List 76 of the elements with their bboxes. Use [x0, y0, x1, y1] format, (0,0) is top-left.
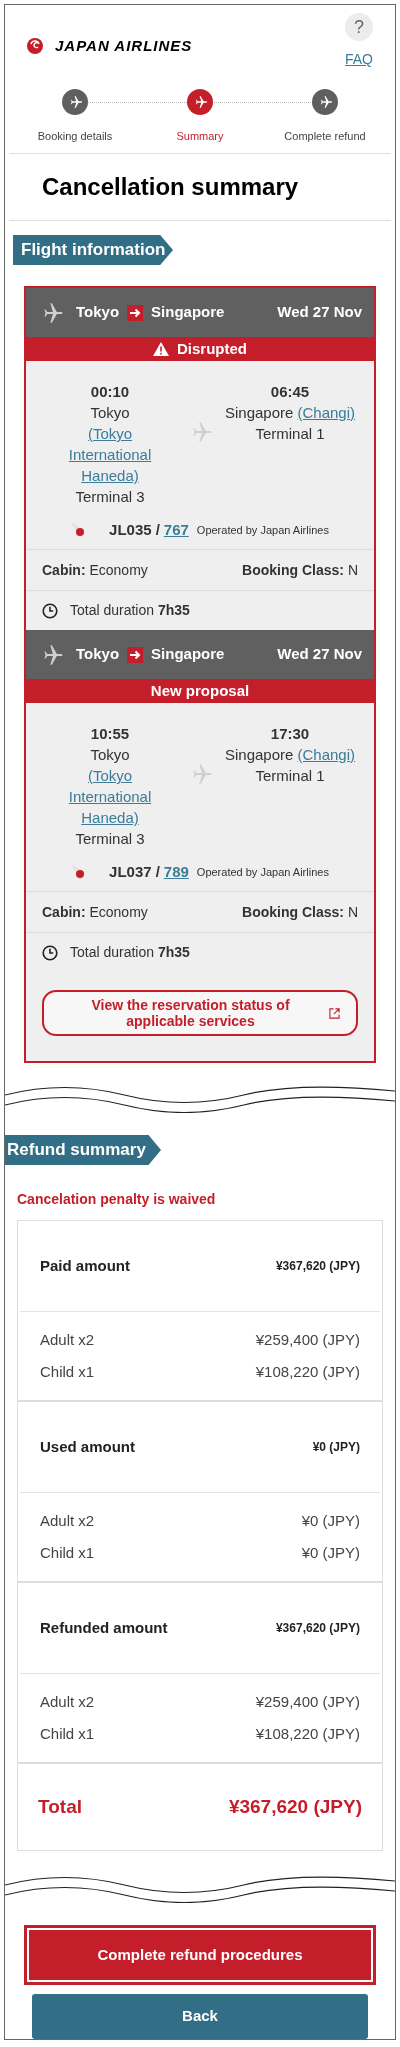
passenger-amount: ¥108,220 (JPY) — [255, 1724, 360, 1744]
total-amount: ¥367,620 (JPY) — [228, 1794, 362, 1819]
terminal-label: Terminal 1 — [255, 766, 325, 786]
terminal-label: Terminal 1 — [255, 424, 325, 444]
section-banner: Flight information — [13, 235, 173, 265]
amount-title: Paid amount — [40, 1255, 130, 1276]
warning-icon — [153, 342, 169, 356]
airport-link[interactable]: (Changi) — [297, 402, 356, 423]
amount-title: Used amount — [40, 1436, 135, 1457]
total-label: Total — [38, 1794, 82, 1819]
passenger-label: Adult x2 — [40, 1329, 95, 1350]
destination-city: Singapore — [151, 644, 225, 665]
city-name: Singapore — [224, 404, 294, 421]
passenger-label: Child x1 — [40, 1362, 95, 1382]
total-duration: Total duration 7h35 — [70, 943, 190, 962]
total-duration: Total duration 7h35 — [70, 601, 190, 620]
flight-number: JL037 — [109, 861, 152, 882]
amount-value: ¥367,620 (JPY) — [275, 1620, 360, 1637]
passenger-amount: ¥0 (JPY) — [301, 1510, 360, 1531]
clock-icon — [42, 602, 58, 619]
flight-time: 00:10 — [90, 382, 130, 402]
penalty-notice: Cancelation penalty is waived — [17, 1190, 217, 1209]
cabin-info: Cabin: Economy — [42, 902, 148, 922]
aircraft-link[interactable]: 767 — [163, 518, 189, 542]
cabin-info: Cabin: Economy — [42, 560, 148, 580]
passenger-label: Adult x2 — [40, 1691, 95, 1712]
airport-link[interactable]: (Changi) — [297, 744, 356, 765]
faq-link[interactable]: FAQ — [345, 49, 373, 70]
page-title: Cancellation summary — [42, 172, 299, 203]
passenger-label: Child x1 — [40, 1724, 95, 1744]
status-label: Disrupted — [177, 338, 247, 359]
operator-text: Operated by Japan Airlines — [196, 864, 329, 880]
step-label: Complete refund — [284, 129, 366, 145]
terminal-label: Terminal 3 — [75, 487, 145, 507]
amount-title: Refunded amount — [40, 1617, 168, 1638]
clock-icon — [42, 944, 58, 961]
separator: / — [155, 519, 160, 540]
passenger-label: Adult x2 — [40, 1510, 95, 1531]
services-link-button[interactable]: View the reservation status of applicable services — [42, 990, 358, 1036]
origin-city: Tokyo — [76, 302, 120, 323]
back-button[interactable]: Back — [32, 1994, 368, 2039]
passenger-amount: ¥259,400 (JPY) — [255, 1329, 360, 1350]
section-banner: Refund summary — [5, 1135, 161, 1165]
booking-class-info: Booking Class: N — [242, 560, 358, 580]
city-name: Tokyo — [90, 404, 130, 421]
flight-time: 06:45 — [270, 382, 310, 402]
destination-city: Singapore — [151, 302, 225, 323]
separator: / — [155, 861, 160, 882]
airport-link[interactable]: (Tokyo International Haneda) — [58, 423, 162, 486]
flight-date: Wed 27 Nov — [277, 302, 362, 323]
airline-name: JAPAN AIRLINES — [55, 36, 193, 56]
operator-text: Operated by Japan Airlines — [196, 522, 329, 538]
status-label: New proposal — [150, 680, 250, 701]
aircraft-link[interactable]: 789 — [163, 860, 189, 884]
external-link-icon — [329, 1007, 340, 1019]
terminal-label: Terminal 3 — [75, 829, 145, 849]
amount-value: ¥367,620 (JPY) — [275, 1258, 360, 1275]
flight-number: JL035 — [109, 519, 152, 540]
passenger-amount: ¥108,220 (JPY) — [255, 1362, 360, 1382]
passenger-label: Child x1 — [40, 1543, 95, 1563]
crane-logo-icon — [27, 38, 43, 55]
origin-city: Tokyo — [76, 644, 120, 665]
step-label: Booking details — [37, 129, 113, 145]
flight-date: Wed 27 Nov — [277, 644, 362, 665]
passenger-amount: ¥259,400 (JPY) — [255, 1691, 360, 1712]
airport-link[interactable]: (Tokyo International Haneda) — [58, 765, 162, 828]
city-name: Singapore — [224, 746, 294, 763]
step-label: Summary — [176, 129, 224, 145]
complete-refund-button[interactable]: Complete refund procedures — [24, 1925, 376, 1985]
passenger-amount: ¥0 (JPY) — [301, 1543, 360, 1563]
city-name: Tokyo — [90, 746, 130, 763]
flight-time: 10:55 — [90, 724, 130, 744]
flight-time: 17:30 — [270, 724, 310, 744]
booking-class-info: Booking Class: N — [242, 902, 358, 922]
help-button[interactable]: ? — [345, 13, 373, 41]
amount-value: ¥0 (JPY) — [312, 1439, 360, 1456]
